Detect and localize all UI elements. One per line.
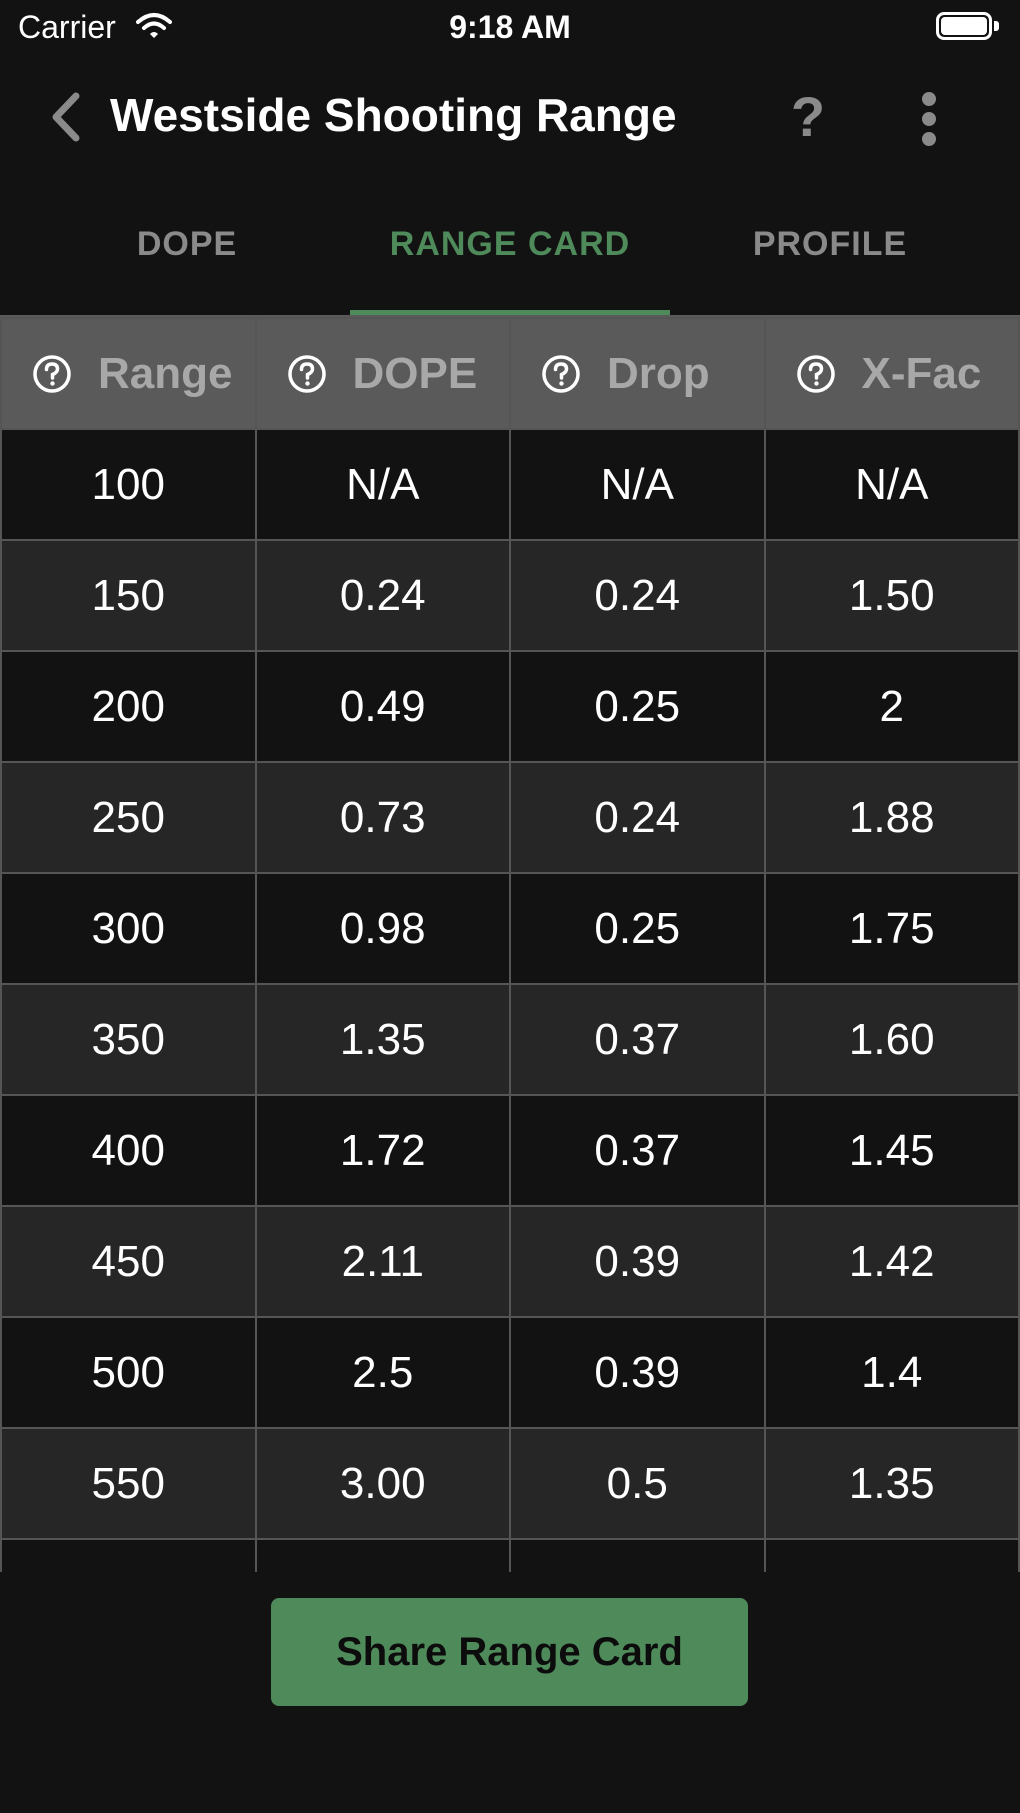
cell-drop: 0.24 [509,539,766,652]
cell-x-factor: 1.50 [763,539,1020,652]
cell-dope: 0.73 [254,761,511,874]
clock-time: 9:18 AM [449,9,571,45]
share-range-card-button[interactable]: Share Range Card [271,1598,748,1706]
chevron-left-icon [52,92,80,142]
table-row: 500 2.5 0.39 1.4 [0,1316,1020,1429]
range-card-table: Range DOPE Drop X-Fac 100 N/A N/A N/A 15… [0,317,1020,1572]
cell-range: 200 [0,650,257,763]
cell-dope: 3.00 [254,1427,511,1540]
cell-range: 100 [0,428,257,541]
cell-range: 150 [0,539,257,652]
column-header-dope: DOPE [254,317,511,430]
cell-drop: N/A [509,428,766,541]
question-circle-icon[interactable] [541,354,581,394]
cell-range [0,1538,257,1572]
cell-drop: 0.24 [509,761,766,874]
question-circle-icon[interactable] [32,354,72,394]
table-header-row: Range DOPE Drop X-Fac [0,317,1020,430]
cell-drop: 0.25 [509,872,766,985]
cell-x-factor: 1.4 [763,1316,1020,1429]
table-row: 100 N/A N/A N/A [0,428,1020,541]
table-row: 250 0.73 0.24 1.88 [0,761,1020,874]
tab-bar: DOPE RANGE CARD PROFILE [0,205,1020,315]
column-header-x-factor: X-Fac [763,317,1020,430]
column-header-range: Range [0,317,257,430]
battery-full-icon [936,12,1000,42]
table-row: 200 0.49 0.25 2 [0,650,1020,763]
cell-range: 550 [0,1427,257,1540]
table-row: 400 1.72 0.37 1.45 [0,1094,1020,1207]
range-card-screen: Carrier 9:18 AM Westside Shooting Range … [0,0,1020,1813]
table-row: 450 2.11 0.39 1.42 [0,1205,1020,1318]
cell-range: 500 [0,1316,257,1429]
column-header-label: Drop [607,348,710,398]
cell-x-factor: 1.75 [763,872,1020,985]
tab-range-card[interactable]: RANGE CARD [350,205,670,315]
table-row: 300 0.98 0.25 1.75 [0,872,1020,985]
cell-x-factor: 1.42 [763,1205,1020,1318]
more-options-button[interactable] [910,82,950,152]
range-card-table-container[interactable]: Range DOPE Drop X-Fac 100 N/A N/A N/A 15… [0,315,1020,1572]
cell-drop: 0.39 [509,1316,766,1429]
navigation-bar: Westside Shooting Range ? [0,62,1020,172]
cell-dope: 2.11 [254,1205,511,1318]
cell-dope: 1.72 [254,1094,511,1207]
column-header-drop: Drop [509,317,766,430]
cell-drop [509,1538,766,1572]
cell-x-factor: 1.60 [763,983,1020,1096]
cell-drop: 0.37 [509,983,766,1096]
cell-dope: 0.98 [254,872,511,985]
cell-range: 300 [0,872,257,985]
table-row: 350 1.35 0.37 1.60 [0,983,1020,1096]
cell-x-factor [763,1538,1020,1572]
table-row: 550 3.00 0.5 1.35 [0,1427,1020,1540]
tab-dope[interactable]: DOPE [27,205,347,315]
cell-range: 450 [0,1205,257,1318]
cell-range: 350 [0,983,257,1096]
cell-x-factor: 2 [763,650,1020,763]
cell-drop: 0.39 [509,1205,766,1318]
column-header-label: Range [98,348,233,398]
cell-range: 250 [0,761,257,874]
help-button[interactable]: ? [780,82,836,152]
back-button[interactable] [42,84,92,150]
cell-x-factor: 1.45 [763,1094,1020,1207]
table-row [0,1538,1020,1572]
cell-drop: 0.25 [509,650,766,763]
table-row: 150 0.24 0.24 1.50 [0,539,1020,652]
cell-x-factor: 1.35 [763,1427,1020,1540]
cell-drop: 0.37 [509,1094,766,1207]
cell-dope: 2.5 [254,1316,511,1429]
cell-dope [254,1538,511,1572]
cell-x-factor: N/A [763,428,1020,541]
cell-dope: 1.35 [254,983,511,1096]
cell-x-factor: 1.88 [763,761,1020,874]
question-circle-icon[interactable] [796,354,836,394]
cell-dope: 0.24 [254,539,511,652]
column-header-label: DOPE [352,348,478,398]
question-circle-icon[interactable] [287,354,327,394]
cell-dope: 0.49 [254,650,511,763]
page-title: Westside Shooting Range [110,89,677,141]
cell-range: 400 [0,1094,257,1207]
status-bar: Carrier 9:18 AM [0,0,1020,56]
cell-dope: N/A [254,428,511,541]
column-header-label: X-Fac [861,348,982,398]
tab-profile[interactable]: PROFILE [670,205,990,315]
cell-drop: 0.5 [509,1427,766,1540]
